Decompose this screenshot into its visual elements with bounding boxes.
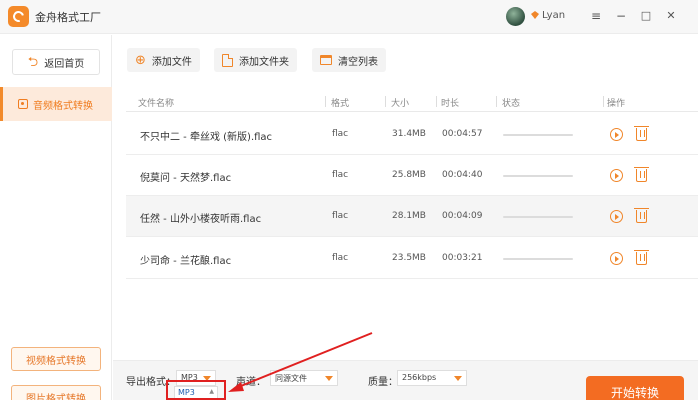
play-icon[interactable] — [610, 252, 623, 265]
file-size: 23.5MB — [392, 253, 426, 263]
app-logo-icon — [8, 6, 29, 27]
trash-icon[interactable] — [634, 250, 649, 265]
file-duration: 00:03:21 — [442, 253, 483, 263]
file-size: 28.1MB — [392, 211, 426, 221]
channel-value: 同源文件 — [275, 374, 307, 383]
app-title: 金舟格式工厂 — [35, 11, 101, 24]
col-status: 状态 — [502, 99, 521, 109]
file-size: 31.4MB — [392, 129, 426, 139]
file-icon — [222, 53, 233, 67]
menu-icon[interactable]: ≡ — [589, 9, 603, 23]
file-duration: 00:04:40 — [442, 170, 483, 180]
col-name: 文件名称 — [138, 99, 175, 109]
col-duration: 时长 — [441, 99, 460, 109]
file-name: 任然 - 山外小楼夜听雨.flac — [140, 214, 262, 225]
file-format: flac — [332, 170, 349, 180]
trash-icon[interactable] — [634, 167, 649, 182]
image-convert-button[interactable]: 图片格式转换 — [11, 385, 101, 400]
file-format: flac — [332, 211, 349, 221]
back-home-label: 返回首页 — [44, 58, 85, 70]
trash-icon[interactable] — [634, 208, 649, 223]
channel-select[interactable]: 同源文件 — [270, 370, 338, 386]
table-row[interactable]: 少司命 - 兰花酿.flac flac 23.5MB 00:03:21 — [126, 238, 698, 279]
col-format: 格式 — [331, 99, 350, 109]
channel-label: 声道： — [236, 377, 266, 388]
table-row[interactable]: 倪莫问 - 天然梦.flac flac 25.8MB 00:04:40 — [126, 155, 698, 196]
sidebar-item-label: 音频格式转换 — [33, 100, 93, 112]
clear-list-button[interactable]: 清空列表 — [312, 48, 386, 72]
add-folder-label: 添加文件夹 — [239, 56, 289, 68]
file-name: 不只中二 - 牵丝戏 (新版).flac — [140, 132, 273, 143]
progress-bar — [503, 175, 573, 177]
table-row[interactable]: 任然 - 山外小楼夜听雨.flac flac 28.1MB 00:04:09 — [126, 196, 698, 237]
vip-diamond-icon — [531, 11, 539, 19]
close-icon[interactable]: ✕ — [664, 9, 678, 23]
quality-select[interactable]: 256kbps — [397, 370, 467, 386]
add-file-button[interactable]: ⊕ 添加文件 — [127, 48, 200, 72]
progress-bar — [503, 258, 573, 260]
chevron-down-icon — [325, 376, 333, 381]
quality-value: 256kbps — [402, 373, 437, 382]
progress-bar — [503, 134, 573, 136]
annotation-highlight-box — [166, 380, 226, 400]
music-file-icon — [18, 99, 28, 109]
start-convert-button[interactable]: 开始转换 — [586, 376, 684, 400]
col-divider — [603, 96, 604, 107]
play-icon[interactable] — [610, 128, 623, 141]
col-divider — [385, 96, 386, 107]
sidebar-item-audio-convert[interactable]: 音频格式转换 — [0, 87, 112, 121]
col-divider — [436, 96, 437, 107]
col-divider — [325, 96, 326, 107]
file-size: 25.8MB — [392, 170, 426, 180]
plus-circle-icon: ⊕ — [135, 52, 146, 68]
file-format: flac — [332, 253, 349, 263]
chevron-down-icon — [454, 376, 462, 381]
back-home-button[interactable]: ⮌ 返回首页 — [12, 49, 100, 75]
add-folder-button[interactable]: 添加文件夹 — [214, 48, 297, 72]
file-duration: 00:04:09 — [442, 211, 483, 221]
table-header: 文件名称 格式 大小 时长 状态 操作 — [126, 92, 698, 112]
back-arrow-icon: ⮌ — [27, 54, 39, 70]
file-duration: 00:04:57 — [442, 129, 483, 139]
progress-bar — [503, 216, 573, 218]
col-divider — [496, 96, 497, 107]
video-convert-button[interactable]: 视频格式转换 — [11, 347, 101, 371]
user-avatar[interactable] — [506, 7, 525, 26]
play-icon[interactable] — [610, 169, 623, 182]
quality-label: 质量： — [368, 377, 398, 388]
file-format: flac — [332, 129, 349, 139]
table-row[interactable]: 不只中二 - 牵丝戏 (新版).flac flac 31.4MB 00:04:5… — [126, 114, 698, 155]
sidebar: ⮌ 返回首页 音频格式转换 视频格式转换 图片格式转换 — [0, 35, 112, 400]
trash-icon[interactable] — [634, 126, 649, 141]
basket-icon — [320, 55, 332, 65]
col-size: 大小 — [391, 99, 410, 109]
col-actions: 操作 — [607, 99, 626, 109]
minimize-icon[interactable]: − — [614, 9, 628, 23]
play-icon[interactable] — [610, 210, 623, 223]
username[interactable]: Lyan — [542, 10, 565, 21]
maximize-icon[interactable]: □ — [639, 9, 653, 23]
file-name: 倪莫问 - 天然梦.flac — [140, 173, 232, 184]
title-bar: 金舟格式工厂 Lyan ≡ − □ ✕ — [0, 0, 698, 34]
file-name: 少司命 - 兰花酿.flac — [140, 256, 232, 267]
clear-list-label: 清空列表 — [338, 56, 378, 68]
add-file-label: 添加文件 — [151, 56, 192, 68]
